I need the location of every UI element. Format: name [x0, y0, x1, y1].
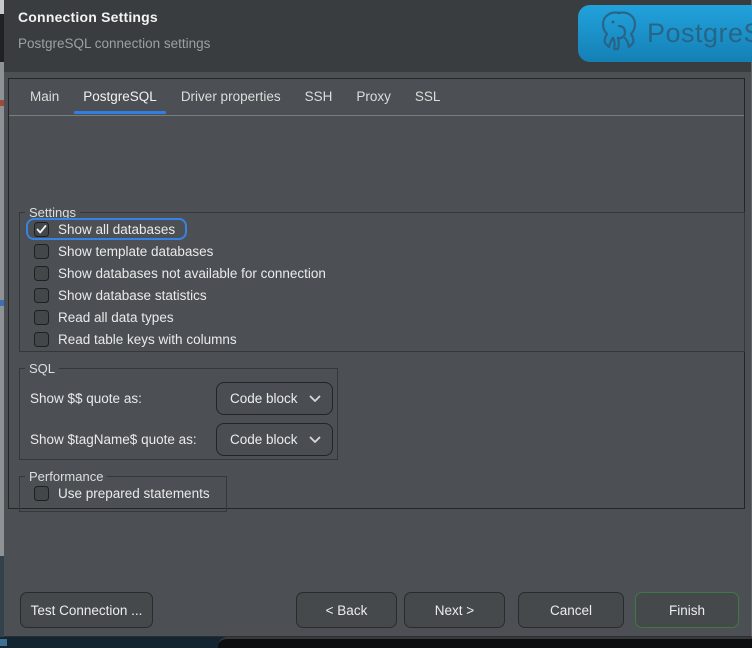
sql-tagname-quote-row: Show $tagName$ quote as: Code block: [30, 423, 333, 456]
check-icon: [36, 224, 47, 235]
postgresql-logo: PostgreSQL: [578, 5, 752, 62]
checkbox-use-prepared-statements[interactable]: Use prepared statements: [26, 482, 222, 504]
checkbox-show-database-statistics[interactable]: Show database statistics: [26, 284, 219, 306]
tab-bar: Main PostgreSQL Driver properties SSH Pr…: [9, 79, 744, 116]
dialog-header: Connection Settings PostgreSQL connectio…: [4, 0, 751, 72]
checkbox-read-all-data-types[interactable]: Read all data types: [26, 306, 186, 328]
dialog-subtitle: PostgreSQL connection settings: [18, 36, 210, 51]
group-settings: Settings Show all databases Show templat…: [19, 212, 745, 352]
checkbox-label: Read table keys with columns: [58, 332, 237, 347]
postgresql-logo-text: PostgreSQL: [647, 18, 752, 49]
group-sql-label: SQL: [25, 360, 59, 377]
chevron-down-icon: [309, 436, 321, 444]
tagname-quote-label: Show $tagName$ quote as:: [30, 432, 197, 447]
checkbox-label: Use prepared statements: [58, 486, 210, 501]
checkbox-box[interactable]: [34, 288, 49, 303]
checkbox-box[interactable]: [34, 332, 49, 347]
checkbox-box[interactable]: [34, 310, 49, 325]
dropdown-value: Code block: [230, 432, 298, 447]
background-fragment: [0, 639, 7, 646]
checkbox-show-all-databases[interactable]: Show all databases: [26, 218, 187, 240]
checkbox-show-template-databases[interactable]: Show template databases: [26, 240, 225, 262]
settings-checkbox-list: Show all databases Show template databas…: [26, 218, 738, 350]
group-performance: Performance Use prepared statements: [19, 476, 227, 512]
test-connection-button[interactable]: Test Connection ...: [20, 592, 153, 628]
screen: Connection Settings PostgreSQL connectio…: [0, 0, 752, 646]
checkbox-box[interactable]: [34, 222, 49, 237]
checkbox-box[interactable]: [34, 486, 49, 501]
checkbox-read-table-keys-with-columns[interactable]: Read table keys with columns: [26, 328, 249, 350]
cancel-button[interactable]: Cancel: [518, 592, 624, 628]
connection-settings-dialog: Connection Settings PostgreSQL connectio…: [4, 0, 752, 637]
next-button[interactable]: Next >: [404, 592, 505, 628]
dialog-title: Connection Settings: [18, 9, 158, 25]
checkbox-label: Show template databases: [58, 244, 213, 259]
tab-proxy[interactable]: Proxy: [346, 80, 401, 114]
dollar-quote-label: Show $$ quote as:: [30, 391, 142, 406]
back-button[interactable]: < Back: [296, 592, 397, 628]
background-window-bottom-window: [218, 637, 752, 648]
settings-tab-panel: Main PostgreSQL Driver properties SSH Pr…: [8, 78, 745, 509]
group-sql: SQL Show $$ quote as: Code block Show $t…: [19, 368, 338, 460]
dropdown-value: Code block: [230, 391, 298, 406]
finish-button[interactable]: Finish: [635, 592, 739, 628]
chevron-down-icon: [309, 395, 321, 403]
dollar-quote-dropdown[interactable]: Code block: [216, 382, 333, 415]
tab-main[interactable]: Main: [20, 80, 69, 114]
postgresql-elephant-icon: [598, 9, 640, 58]
tab-postgresql[interactable]: PostgreSQL: [73, 80, 167, 114]
checkbox-box[interactable]: [34, 244, 49, 259]
tab-ssh[interactable]: SSH: [295, 80, 343, 114]
checkbox-label: Show databases not available for connect…: [58, 266, 326, 281]
sql-quote-row: Show $$ quote as: Code block: [30, 382, 333, 415]
checkbox-label: Show all databases: [58, 222, 175, 237]
tagname-quote-dropdown[interactable]: Code block: [216, 423, 333, 456]
tab-driver-properties[interactable]: Driver properties: [171, 80, 291, 114]
checkbox-label: Show database statistics: [58, 288, 207, 303]
checkbox-label: Read all data types: [58, 310, 174, 325]
tab-ssl[interactable]: SSL: [405, 80, 451, 114]
checkbox-box[interactable]: [34, 266, 49, 281]
checkbox-show-databases-not-available[interactable]: Show databases not available for connect…: [26, 262, 338, 284]
